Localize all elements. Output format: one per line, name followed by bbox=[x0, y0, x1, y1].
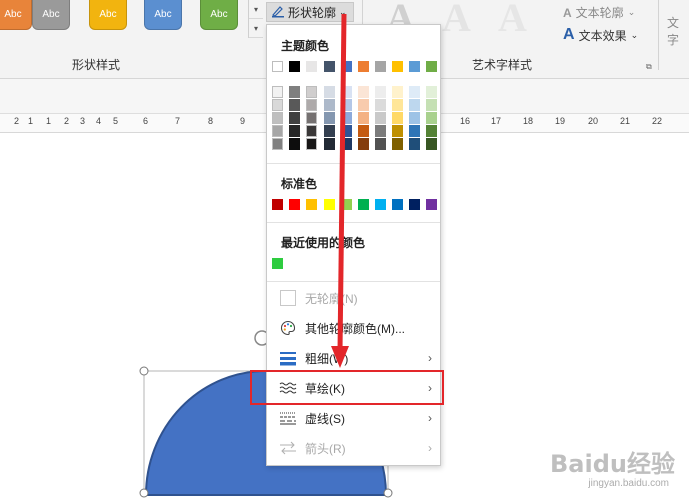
watermark: Baidu经验 jingyan.baidu.com bbox=[509, 440, 679, 496]
annotation-arrow bbox=[331, 13, 349, 368]
watermark-brand: Baidu经验 bbox=[550, 450, 675, 478]
watermark-url: jingyan.baidu.com bbox=[588, 478, 669, 489]
sketch-highlight-box bbox=[250, 370, 444, 405]
